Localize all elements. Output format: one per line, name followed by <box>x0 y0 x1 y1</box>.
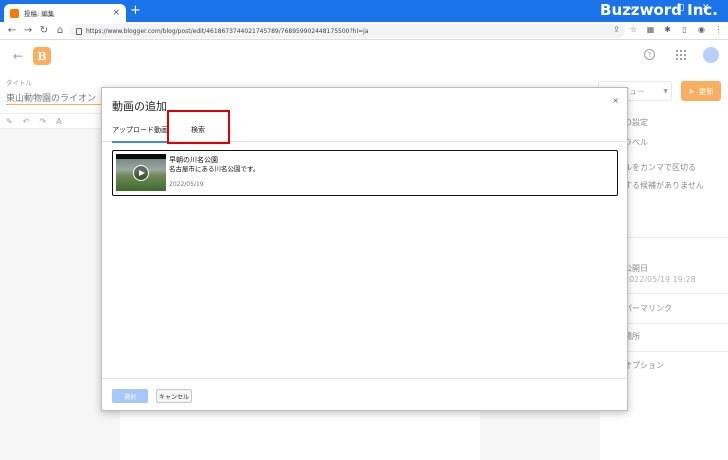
close-icon[interactable]: × <box>612 96 619 105</box>
sidebar-icon[interactable]: ▯ <box>679 24 690 35</box>
extension-icon[interactable]: ▦ <box>645 24 656 35</box>
dialog-footer: 選択 キャンセル <box>102 378 629 412</box>
puzzle-icon[interactable]: ✱ <box>662 24 673 35</box>
profile-icon[interactable]: ◉ <box>696 24 707 35</box>
browser-toolbar: ← → ↻ ⌂ https://www.blogger.com/blog/pos… <box>0 22 728 40</box>
video-thumbnail <box>116 154 166 191</box>
home-icon[interactable]: ⌂ <box>52 25 68 36</box>
video-date: 2022/05/19 <box>169 181 204 188</box>
address-bar[interactable]: https://www.blogger.com/blog/post/edit/4… <box>70 24 625 38</box>
brand-watermark: Buzzword Inc. <box>600 1 718 19</box>
star-icon[interactable]: ☆ <box>628 24 639 35</box>
add-video-dialog: 動画の追加 × アップロード動画 検索 早朝の川名公園 名古屋市にある川名公園で… <box>101 87 629 412</box>
new-tab-button[interactable]: + <box>130 4 141 18</box>
tab-uploaded-videos[interactable]: アップロード動画 <box>112 125 168 143</box>
reload-icon[interactable]: ↻ <box>36 25 52 36</box>
tab-close-icon[interactable]: × <box>112 8 120 18</box>
blogger-favicon-icon <box>10 8 19 18</box>
url-text: https://www.blogger.com/blog/post/edit/4… <box>86 27 369 35</box>
dialog-title: 動画の追加 <box>112 100 167 113</box>
forward-icon[interactable]: → <box>20 25 36 36</box>
video-description: 名古屋市にある川名公園です。 <box>169 165 260 173</box>
lock-icon <box>76 27 82 35</box>
menu-icon[interactable]: ⋮ <box>713 24 724 35</box>
video-list-item[interactable]: 早朝の川名公園 名古屋市にある川名公園です。 2022/05/19 <box>112 150 618 196</box>
select-button[interactable]: 選択 <box>112 389 148 403</box>
tab-title: 投稿: 編集 <box>24 10 55 18</box>
back-icon[interactable]: ← <box>4 25 20 36</box>
cancel-button[interactable]: キャンセル <box>156 389 192 403</box>
share-icon[interactable]: ⇪ <box>611 24 622 35</box>
play-icon <box>133 165 149 181</box>
browser-tab[interactable]: 投稿: 編集 × <box>4 4 126 22</box>
search-tab-highlight <box>167 110 230 144</box>
browser-tabstrip: 投稿: 編集 × + ⌄ – ▢ ✕ Buzzword Inc. <box>0 0 728 22</box>
